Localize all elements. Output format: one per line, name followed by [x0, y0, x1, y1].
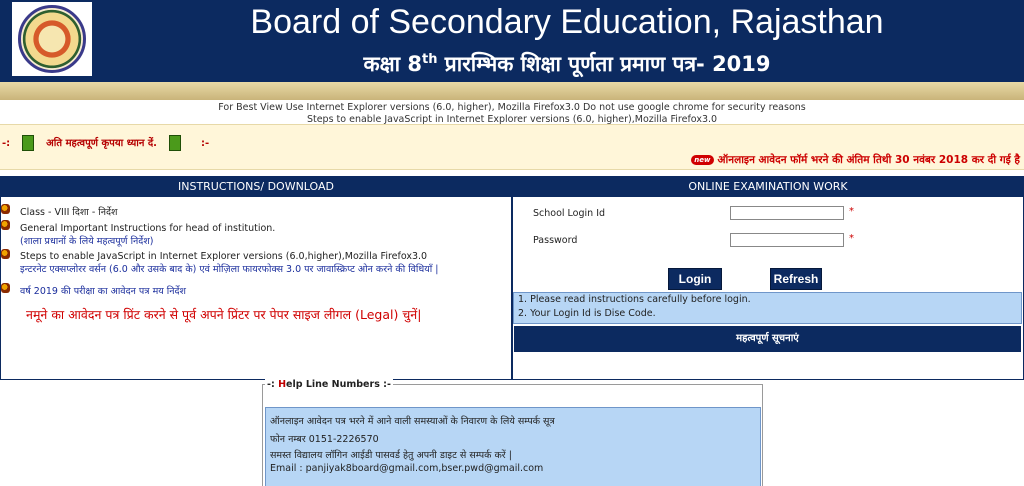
javascript-steps-link[interactable]: Steps to enable JavaScript in Internet E… — [20, 251, 427, 263]
class-8-guidelines-link[interactable]: Class - VIII दिशा - निर्देश — [20, 207, 118, 219]
alert-text: अति महत्वपूर्ण कृपया ध्यान दें. — [46, 138, 157, 149]
login-id-input[interactable] — [730, 206, 844, 220]
certificate-title-suffix: प्रारम्भिक शिक्षा पूर्णता प्रमाण पत्र- 2… — [437, 52, 771, 76]
deadline-marquee[interactable]: new ऑनलाइन आवेदन फॉर्म भरने की अंतिम तिथी… — [691, 153, 1020, 167]
help-line-legend: -: Help Line Numbers :- — [265, 379, 393, 390]
login-info-2: 2. Your Login Id is Dise Code. — [518, 308, 656, 319]
help-contact-line: ऑनलाइन आवेदन पत्र भरने में आने वाली समस्… — [270, 416, 555, 427]
refresh-button[interactable]: Refresh — [770, 268, 822, 290]
deadline-text: ऑनलाइन आवेदन फॉर्म भरने की अंतिम तिथी 30… — [717, 154, 1021, 166]
browser-notice: For Best View Use Internet Explorer vers… — [218, 102, 806, 113]
bullet-icon — [1, 283, 10, 293]
board-title: Board of Secondary Education, Rajasthan — [250, 3, 884, 41]
alert-prefix: -: — [2, 138, 11, 149]
book-icon — [168, 135, 181, 151]
password-label: Password — [533, 235, 578, 246]
certificate-title: कक्षा 8th प्रारम्भिक शिक्षा पूर्णता प्रम… — [110, 46, 1024, 78]
bullet-icon — [1, 249, 10, 259]
important-alert-bar: -: अति महत्वपूर्ण कृपया ध्यान दें. :- new ऑ… — [0, 124, 1024, 170]
bullet-icon — [1, 220, 10, 230]
help-legend-rest: elp Line Numbers :- — [286, 379, 391, 390]
book-icon — [22, 135, 35, 151]
certificate-title-prefix: कक्षा 8 — [363, 52, 423, 76]
header-divider — [0, 82, 1024, 100]
help-line-fieldset: -: Help Line Numbers :- ऑनलाइन आवेदन पत्… — [262, 379, 763, 486]
login-id-label: School Login Id — [533, 208, 606, 219]
board-logo — [12, 2, 92, 76]
login-button[interactable]: Login — [668, 268, 722, 290]
help-legend-prefix: -: — [267, 379, 279, 390]
important-notices-button[interactable]: महत्वपूर्ण सूचनाएं — [514, 326, 1021, 352]
help-phone: फोन नम्बर 0151-2226570 — [270, 434, 379, 445]
help-email: Email : panjiyak8board@gmail.com,bser.pw… — [270, 463, 544, 474]
application-form-link[interactable]: वर्ष 2019 की परीक्षा का आवेदन पत्र मय नि… — [20, 286, 186, 298]
javascript-steps-hindi[interactable]: इन्टरनेट एक्सप्लोरर वर्सन (6.0 और उसके ब… — [20, 264, 438, 276]
required-mark: * — [849, 206, 854, 217]
help-diet-note: समस्त विद्यालय लॉगिन आईडी पासवर्ड हेतु अ… — [270, 450, 512, 461]
legal-paper-notice: नमूने का आवेदन पत्र प्रिंट करने से पूर्व… — [26, 307, 422, 322]
head-instructions-hindi[interactable]: (शाला प्रधानों के लिये महत्वपूर्ण निर्दे… — [20, 236, 154, 248]
help-legend-first: H — [278, 379, 287, 390]
new-badge-icon: new — [691, 155, 714, 165]
instructions-header: INSTRUCTIONS/ DOWNLOAD — [1, 177, 511, 197]
certificate-title-sup: th — [422, 52, 438, 67]
login-info-box: 1. Please read instructions carefully be… — [513, 292, 1022, 324]
login-info-1: 1. Please read instructions carefully be… — [518, 294, 751, 305]
bullet-icon — [1, 204, 10, 214]
alert-title: -: अति महत्वपूर्ण कृपया ध्यान दें. :- — [2, 135, 209, 151]
help-line-box: ऑनलाइन आवेदन पत्र भरने में आने वाली समस्… — [265, 407, 761, 486]
password-input[interactable] — [730, 233, 844, 247]
site-header: Board of Secondary Education, Rajasthan … — [0, 0, 1024, 82]
exam-work-header: ONLINE EXAMINATION WORK — [513, 177, 1023, 197]
board-seal-icon — [18, 5, 86, 73]
head-instructions-link[interactable]: General Important Instructions for head … — [20, 223, 275, 235]
required-mark: * — [849, 233, 854, 244]
alert-suffix: :- — [200, 138, 210, 149]
